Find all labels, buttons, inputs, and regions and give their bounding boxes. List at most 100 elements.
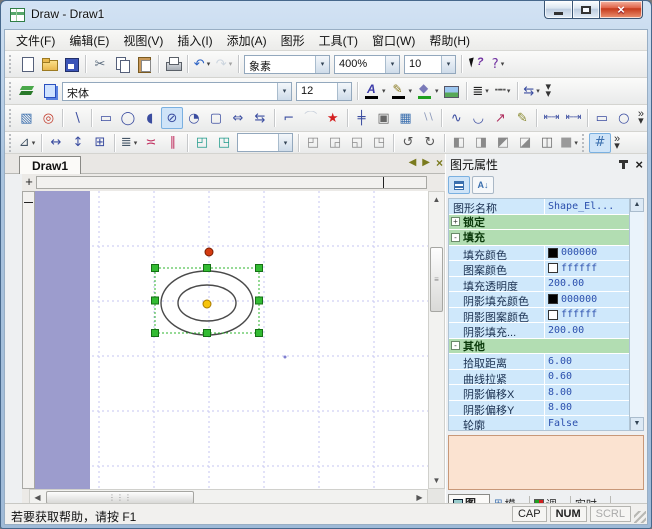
- toolbar-overflow-button[interactable]: »▾: [638, 111, 644, 124]
- arrow-node-button[interactable]: ↗: [489, 107, 511, 129]
- property-row[interactable]: 填充颜色000000: [449, 246, 643, 262]
- font-combo-dropdown-icon[interactable]: ▾: [277, 83, 291, 100]
- open-button[interactable]: [38, 53, 60, 75]
- freehand-button[interactable]: ✎: [511, 107, 533, 129]
- double-arrow-tool-button[interactable]: ⇔: [227, 107, 249, 129]
- callout-oval-button[interactable]: ○: [613, 107, 635, 129]
- tab-close-icon[interactable]: ×: [436, 157, 443, 169]
- pie-tool-button[interactable]: ◔: [183, 107, 205, 129]
- property-row[interactable]: 曲线拉紧0.60: [449, 370, 643, 386]
- font-color-button-dropdown-icon[interactable]: ▾: [382, 87, 386, 95]
- resize-grip[interactable]: [634, 511, 646, 523]
- grid-size-combo[interactable]: 10▾: [404, 55, 456, 74]
- redo-button-dropdown-icon[interactable]: ▾: [229, 60, 233, 68]
- star-tool-button[interactable]: ★: [322, 107, 344, 129]
- bring-front-button[interactable]: ◰: [302, 133, 324, 153]
- shadow-style-button[interactable]: ◩: [492, 133, 514, 153]
- collapse-icon[interactable]: -: [451, 233, 460, 242]
- fill-color-button-dropdown-icon[interactable]: ▾: [435, 87, 439, 95]
- cut-button[interactable]: ✂: [89, 53, 111, 75]
- align-shapes-button-dropdown-icon[interactable]: ▾: [32, 139, 36, 147]
- arc2-tool-button[interactable]: ⌒: [300, 107, 322, 129]
- center-handle[interactable]: [203, 300, 211, 308]
- font-color-button[interactable]: ▾: [361, 80, 388, 102]
- save-button[interactable]: [60, 53, 82, 75]
- vertical-ruler[interactable]: [22, 191, 35, 489]
- menu-item-2[interactable]: 编辑(E): [62, 30, 116, 51]
- document-tab[interactable]: Draw1: [19, 156, 81, 174]
- property-row[interactable]: 轮廓False: [449, 416, 643, 431]
- rotate-left-button[interactable]: ↺: [397, 133, 419, 153]
- property-row[interactable]: 拾取距离6.00: [449, 354, 643, 370]
- tab-next-icon[interactable]: ▶: [422, 158, 430, 168]
- line-color-button[interactable]: ▾: [388, 80, 415, 102]
- redo-button[interactable]: ↷▾: [213, 53, 235, 75]
- bring-forward-button[interactable]: ◱: [346, 133, 368, 153]
- pin-icon[interactable]: [622, 160, 625, 169]
- minimize-button[interactable]: [544, 1, 572, 19]
- font-size-combo-dropdown-icon[interactable]: ▾: [337, 83, 351, 100]
- spacing-button[interactable]: ≣▾: [118, 133, 140, 153]
- line-color-button-dropdown-icon[interactable]: ▾: [409, 87, 413, 95]
- toolbar-grip[interactable]: [9, 134, 14, 152]
- scroll-up-icon[interactable]: ▲: [429, 192, 444, 207]
- property-row[interactable]: 阴影填充...200.00: [449, 323, 643, 339]
- send-back-button[interactable]: ◲: [324, 133, 346, 153]
- selection-handle[interactable]: [152, 330, 159, 337]
- curve-arrow-tool-button[interactable]: ⇆: [249, 107, 271, 129]
- menu-item-6[interactable]: 图形: [274, 30, 312, 51]
- menu-item-3[interactable]: 视图(V): [116, 30, 170, 51]
- line-width-button[interactable]: ≣▾: [470, 80, 492, 102]
- maximize-button[interactable]: [572, 1, 599, 19]
- canvas-vertical-scrollbar[interactable]: ▲ ≡ ▼: [428, 191, 445, 489]
- context-help-button[interactable]: [465, 53, 487, 75]
- shadow-color-button-dropdown-icon[interactable]: ▾: [574, 139, 578, 147]
- font-size-combo[interactable]: 12▾: [296, 82, 352, 101]
- property-row[interactable]: 阴影填充颜色000000: [449, 292, 643, 308]
- expand-icon[interactable]: +: [451, 217, 460, 226]
- zoom-combo-dropdown-icon[interactable]: ▾: [385, 56, 399, 73]
- help-button-dropdown-icon[interactable]: ▾: [501, 60, 505, 68]
- selection-handle[interactable]: [256, 297, 263, 304]
- grid-size-combo-dropdown-icon[interactable]: ▾: [441, 56, 455, 73]
- dash-style-button[interactable]: ╍╍▾: [492, 80, 514, 102]
- unit-combo[interactable]: 象素▾: [244, 55, 330, 74]
- copy-button[interactable]: [111, 53, 133, 75]
- grid-scroll-down-icon[interactable]: ▼: [630, 417, 644, 431]
- selection-handle[interactable]: [152, 297, 159, 304]
- image-frame-button[interactable]: ▧: [15, 107, 37, 129]
- undo-button-dropdown-icon[interactable]: ▾: [207, 60, 211, 68]
- property-row[interactable]: 填充透明度200.00: [449, 277, 643, 293]
- fill-color-button[interactable]: ▾: [414, 80, 441, 102]
- toolbar-grip[interactable]: [9, 109, 13, 127]
- collapse-icon[interactable]: -: [451, 341, 460, 350]
- center-vertical-button[interactable]: ≍: [140, 133, 162, 153]
- arrow-style-button[interactable]: ⇆▾: [521, 80, 543, 102]
- roundrect-tool-button[interactable]: ▢: [205, 107, 227, 129]
- center-horizontal-button[interactable]: ∥: [162, 133, 184, 153]
- paste-button[interactable]: [133, 53, 155, 75]
- property-row[interactable]: 阴影偏移Y8.00: [449, 401, 643, 417]
- layer-combo[interactable]: ▾: [237, 133, 293, 152]
- format-shape-button[interactable]: ◫: [536, 133, 558, 153]
- selection-handle[interactable]: [256, 330, 263, 337]
- print-button[interactable]: [162, 53, 184, 75]
- callout-rect-button[interactable]: ▭: [591, 107, 613, 129]
- equal-size-button[interactable]: ⊞: [89, 133, 111, 153]
- polyline-tool-button[interactable]: ⌐: [278, 107, 300, 129]
- property-row[interactable]: 阴影图案颜色ffffff: [449, 308, 643, 324]
- hatch-button[interactable]: ∖∖: [416, 107, 438, 129]
- line-tool-button[interactable]: ∖: [66, 107, 88, 129]
- closed-curve-button[interactable]: ∿: [445, 107, 467, 129]
- page-setup-button[interactable]: [38, 80, 60, 102]
- menu-item-4[interactable]: 插入(I): [170, 30, 219, 51]
- snap-grid-button[interactable]: #: [589, 133, 611, 153]
- property-row[interactable]: 阴影偏移X8.00: [449, 385, 643, 401]
- toolbar-overflow-button[interactable]: »▾: [614, 136, 620, 149]
- unit-combo-dropdown-icon[interactable]: ▾: [315, 56, 329, 73]
- menu-item-7[interactable]: 工具(T): [312, 30, 365, 51]
- property-grid-scrollbar[interactable]: ▲ ▼: [629, 198, 644, 431]
- selection-handle[interactable]: [152, 265, 159, 272]
- table-button[interactable]: ▦: [394, 107, 416, 129]
- property-category-row[interactable]: -其他: [449, 339, 643, 355]
